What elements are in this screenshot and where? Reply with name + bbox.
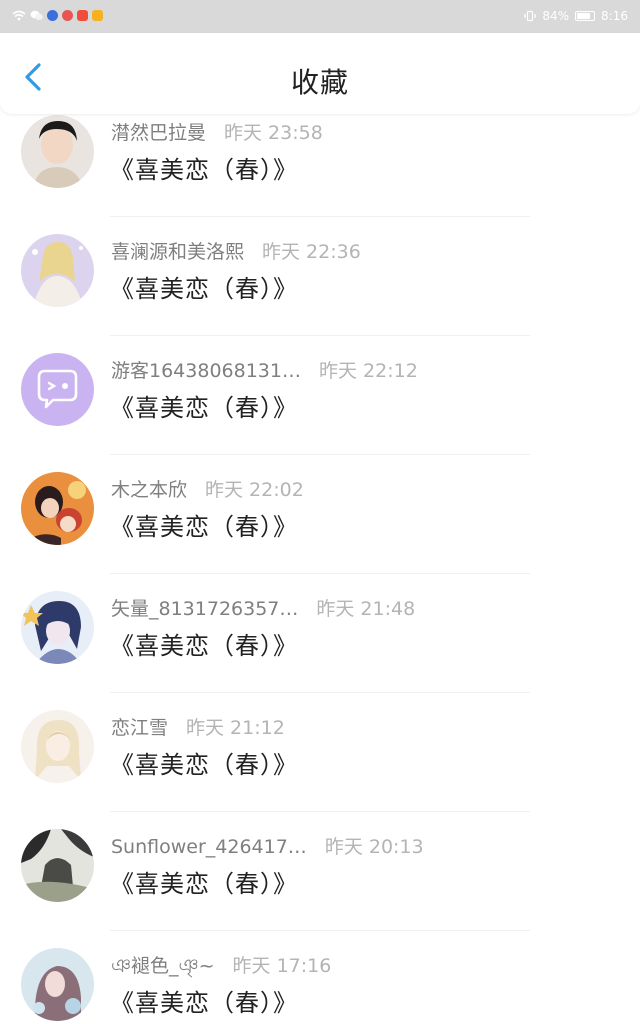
avatar[interactable] — [21, 591, 94, 664]
timestamp: 昨天 23:58 — [224, 122, 323, 144]
timestamp: 昨天 22:02 — [205, 479, 304, 501]
list-item[interactable]: 潸然巴拉曼 昨天 23:58 《喜美恋（春）》 — [0, 98, 640, 217]
avatar[interactable] — [21, 710, 94, 783]
list-item[interactable]: 恋江雪 昨天 21:12 《喜美恋（春）》 — [0, 693, 640, 812]
system-status: 84% 8:16 — [524, 9, 628, 23]
avatar[interactable] — [21, 353, 94, 426]
user-name: 恋江雪 — [111, 717, 169, 739]
user-name: ঞ褪色_ঞৃ~ — [111, 955, 215, 977]
avatar[interactable] — [21, 234, 94, 307]
list-item[interactable]: 喜澜源和美洛熙 昨天 22:36 《喜美恋（春）》 — [0, 217, 640, 336]
item-meta: Sunflower_426417… 昨天 20:13 — [111, 832, 424, 859]
timestamp: 昨天 21:48 — [316, 598, 416, 620]
wechat-icon — [30, 10, 43, 20]
list-item[interactable]: ঞ褪色_ঞৃ~ 昨天 17:16 《喜美恋（春）》 — [0, 931, 640, 1024]
item-meta: 木之本欣 昨天 22:02 — [111, 475, 304, 502]
book-title: 《喜美恋（春）》 — [110, 989, 298, 1017]
battery-percent: 84% — [542, 9, 570, 23]
book-title: 《喜美恋（春）》 — [110, 156, 298, 184]
user-name: 矢量_8131726357… — [111, 598, 299, 620]
user-name: 游客16438068131… — [111, 360, 301, 382]
item-meta: 喜澜源和美洛熙 昨天 22:36 — [111, 237, 361, 264]
book-title: 《喜美恋（春）》 — [110, 870, 298, 898]
list-item[interactable]: 游客16438068131… 昨天 22:12 《喜美恋（春）》 — [0, 336, 640, 455]
status-bar: 84% 8:16 — [0, 0, 640, 33]
avatar[interactable] — [21, 829, 94, 902]
vibrate-icon — [524, 10, 536, 22]
book-title: 《喜美恋（春）》 — [110, 275, 298, 303]
battery-icon — [575, 11, 596, 21]
user-name: 木之本欣 — [111, 479, 188, 501]
timestamp: 昨天 22:12 — [318, 360, 418, 382]
avatar[interactable] — [21, 115, 94, 188]
guest-chat-icon — [21, 353, 94, 426]
nav-header: 收藏 — [0, 33, 640, 114]
timestamp: 昨天 21:12 — [186, 717, 285, 739]
book-title: 《喜美恋（春）》 — [110, 632, 298, 660]
app-red-icon — [62, 10, 73, 21]
avatar[interactable] — [21, 472, 94, 545]
item-meta: 潸然巴拉曼 昨天 23:58 — [111, 118, 323, 145]
timestamp: 昨天 22:36 — [262, 241, 361, 263]
list-item[interactable]: 矢量_8131726357… 昨天 21:48 《喜美恋（春）》 — [0, 574, 640, 693]
item-meta: 矢量_8131726357… 昨天 21:48 — [111, 594, 415, 621]
item-meta: 游客16438068131… 昨天 22:12 — [111, 356, 418, 383]
user-name: 喜澜源和美洛熙 — [111, 241, 245, 263]
user-name: Sunflower_426417… — [111, 836, 307, 858]
timestamp: 昨天 17:16 — [232, 955, 332, 977]
app-blue-icon — [47, 10, 58, 21]
item-meta: ঞ褪色_ঞৃ~ 昨天 17:16 — [111, 951, 331, 984]
app-yellow-icon — [92, 10, 103, 21]
avatar[interactable] — [21, 948, 94, 1021]
clock: 8:16 — [601, 9, 628, 23]
book-title: 《喜美恋（春）》 — [110, 513, 298, 541]
timestamp: 昨天 20:13 — [324, 836, 424, 858]
page-title: 收藏 — [290, 66, 349, 99]
list-item[interactable]: Sunflower_426417… 昨天 20:13 《喜美恋（春）》 — [0, 812, 640, 931]
favorites-list: 潸然巴拉曼 昨天 23:58 《喜美恋（春）》 喜澜源和美洛熙 昨天 22:36 《… — [0, 98, 640, 1024]
wifi-icon — [12, 10, 26, 21]
user-name: 潸然巴拉曼 — [111, 122, 207, 144]
book-title: 《喜美恋（春）》 — [110, 751, 298, 779]
notification-icons — [12, 10, 103, 21]
book-title: 《喜美恋（春）》 — [110, 394, 298, 422]
app-orange-red-icon — [77, 10, 88, 21]
item-meta: 恋江雪 昨天 21:12 — [111, 713, 285, 740]
list-item[interactable]: 木之本欣 昨天 22:02 《喜美恋（春）》 — [0, 455, 640, 574]
